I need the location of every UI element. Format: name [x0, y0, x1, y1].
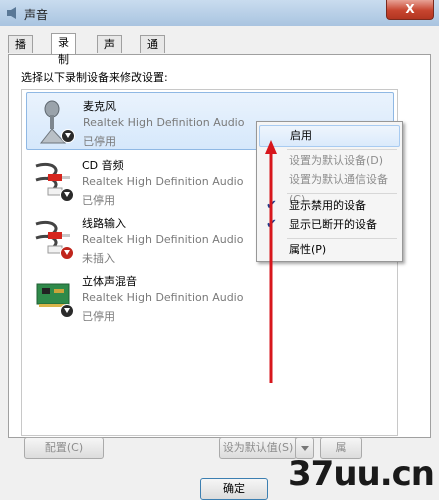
annotation-arrow: [265, 140, 277, 383]
watermark-text: 37uu.cn: [288, 454, 435, 494]
watermark-logo: 37uu.cn: [270, 448, 439, 500]
